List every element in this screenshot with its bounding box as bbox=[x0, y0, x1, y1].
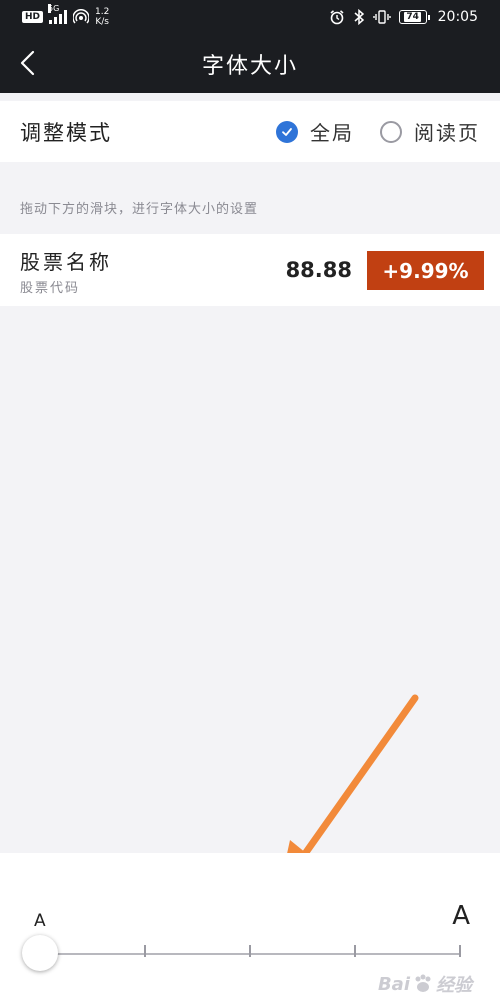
slider-tick[interactable] bbox=[144, 945, 146, 957]
paw-logo-icon bbox=[415, 974, 431, 992]
battery-level: 74 bbox=[404, 12, 421, 22]
large-font-label: A bbox=[452, 901, 470, 931]
radio-unchecked-icon bbox=[380, 120, 402, 143]
status-left: HD 5G 1.2 K/s bbox=[22, 4, 109, 27]
hd-badge: HD bbox=[22, 11, 44, 23]
adjust-mode-label: 调整模式 bbox=[20, 120, 112, 145]
radio-global-label: 全局 bbox=[310, 121, 354, 145]
radio-checked-icon bbox=[276, 120, 298, 143]
radio-reading-page-label: 阅读页 bbox=[414, 121, 480, 145]
page-title: 字体大小 bbox=[201, 53, 298, 79]
small-font-label: A bbox=[34, 911, 46, 931]
battery-icon: 74 bbox=[398, 10, 430, 24]
vibrate-icon bbox=[372, 10, 391, 24]
hotspot-icon bbox=[73, 9, 90, 24]
bluetooth-icon bbox=[354, 9, 364, 25]
status-bar: HD 5G 1.2 K/s 74 20:05 bbox=[0, 0, 500, 34]
stock-name: 股票名称 bbox=[20, 250, 112, 274]
speed-unit: K/s bbox=[95, 17, 109, 27]
slider-tick[interactable] bbox=[459, 945, 461, 957]
network-type: 5G bbox=[48, 4, 60, 13]
cellular-signal-icon: 5G bbox=[48, 4, 68, 24]
nav-bar: 字体大小 bbox=[0, 34, 500, 93]
stock-change-badge: +9.99% bbox=[367, 251, 484, 290]
chevron-left-icon[interactable] bbox=[14, 48, 44, 78]
alarm-icon bbox=[330, 10, 344, 25]
watermark-right: 经验 bbox=[436, 975, 472, 996]
status-right: 74 20:05 bbox=[329, 9, 478, 25]
radio-global[interactable]: 全局 bbox=[276, 117, 354, 146]
slider-thumb[interactable] bbox=[22, 935, 58, 971]
adjust-mode-row: 调整模式 全局 阅读页 bbox=[0, 101, 500, 162]
slider-tick[interactable] bbox=[354, 945, 356, 957]
stock-price: 88.88 bbox=[285, 258, 352, 282]
network-speed: 1.2 K/s bbox=[95, 7, 109, 27]
watermark-left: Bai bbox=[377, 973, 410, 995]
font-preview-row: 股票名称 股票代码 88.88 +9.99% bbox=[0, 234, 500, 306]
stock-code: 股票代码 bbox=[20, 281, 81, 296]
clock: 20:05 bbox=[437, 9, 478, 25]
slider-tick[interactable] bbox=[249, 945, 251, 957]
radio-reading-page[interactable]: 阅读页 bbox=[380, 117, 480, 146]
watermark: Bai 经验 bbox=[378, 971, 472, 997]
speed-value: 1.2 bbox=[95, 7, 110, 17]
instruction-text: 拖动下方的滑块，进行字体大小的设置 bbox=[20, 202, 259, 217]
